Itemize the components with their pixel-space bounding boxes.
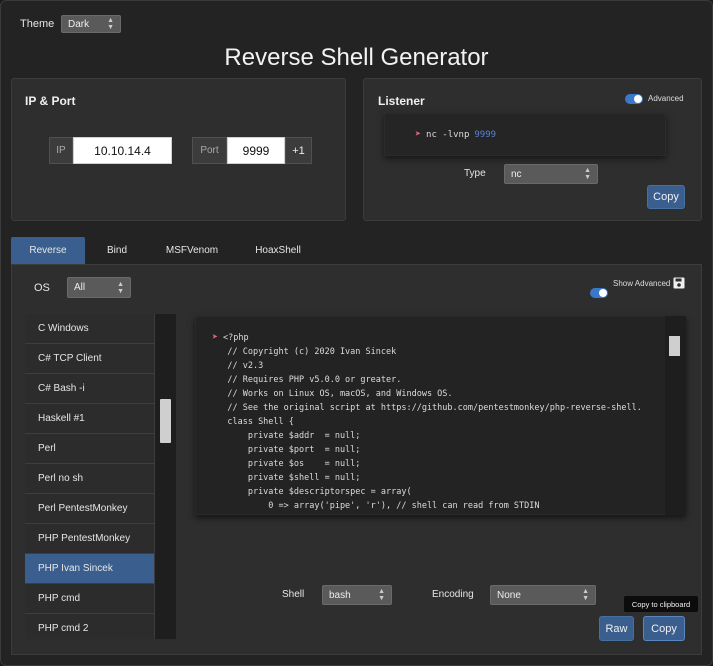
theme-label: Theme: [20, 18, 55, 30]
code-text: ➤ <?php // Copyright (c) 2020 Ivan Sincek…: [212, 331, 642, 513]
shell-select[interactable]: bash ▲ ▼: [322, 585, 392, 605]
code-line: // See the original script at https://gi…: [227, 403, 642, 413]
list-item-selected[interactable]: PHP Ivan Sincek: [25, 554, 154, 584]
advanced-label: Advanced: [648, 94, 684, 103]
list-item[interactable]: Perl PentestMonkey: [25, 494, 154, 524]
show-advanced-label: Show Advanced: [613, 279, 671, 288]
tab-bind[interactable]: Bind: [85, 237, 149, 264]
encoding-select[interactable]: None ▲ ▼: [490, 585, 596, 605]
ip-label: IP: [49, 137, 73, 164]
copy-tooltip: Copy to clipboard: [624, 596, 698, 612]
list-item[interactable]: PHP cmd: [25, 584, 154, 614]
code-output: ➤ <?php // Copyright (c) 2020 Ivan Sincek…: [195, 316, 686, 515]
os-select[interactable]: All ▲ ▼: [67, 277, 131, 298]
theme-select[interactable]: Dark ▲ ▼: [61, 15, 121, 33]
increment-port-button[interactable]: +1: [285, 137, 312, 164]
rocket-icon: ➤: [212, 332, 219, 343]
encoding-select-value: None: [497, 589, 521, 601]
rocket-icon: ➤: [415, 129, 422, 140]
ip-input[interactable]: 10.10.14.4: [73, 137, 172, 164]
listener-port: 9999: [474, 129, 497, 140]
tab-hoaxshell[interactable]: HoaxShell: [235, 237, 321, 264]
tab-reverse[interactable]: Reverse: [11, 237, 85, 264]
tab-msfvenom[interactable]: MSFVenom: [149, 237, 235, 264]
listener-copy-button[interactable]: Copy: [647, 185, 685, 209]
listener-title: Listener: [378, 94, 425, 108]
show-advanced-toggle[interactable]: [590, 288, 608, 298]
tab-bar: Reverse Bind MSFVenom HoaxShell: [11, 237, 702, 264]
port-input[interactable]: 9999: [227, 137, 285, 164]
theme-select-value: Dark: [68, 18, 90, 30]
type-select[interactable]: nc ▲ ▼: [504, 164, 598, 184]
shell-list-scroll-thumb[interactable]: [160, 399, 171, 443]
shell-select-value: bash: [329, 589, 351, 601]
copy-button[interactable]: Copy: [643, 616, 685, 641]
code-scroll-thumb[interactable]: [669, 336, 680, 356]
shell-list-scrollbar[interactable]: [155, 314, 176, 639]
listener-command-box: ➤ nc -lvnp 9999: [384, 113, 666, 156]
advanced-toggle[interactable]: [625, 94, 643, 104]
listener-command: nc -lvnp: [426, 129, 470, 140]
shell-list: C Windows C# TCP Client C# Bash -i Haske…: [25, 314, 155, 639]
code-line: <?php: [223, 333, 249, 343]
code-line: // Copyright (c) 2020 Ivan Sincek: [227, 347, 397, 357]
list-item[interactable]: Perl: [25, 434, 154, 464]
list-item[interactable]: Haskell #1: [25, 404, 154, 434]
list-item[interactable]: PHP PentestMonkey: [25, 524, 154, 554]
chevron-down-icon: ▲ ▼: [582, 588, 589, 602]
encoding-label: Encoding: [432, 589, 474, 600]
code-line: // Requires PHP v5.0.0 or greater.: [227, 375, 402, 385]
list-item[interactable]: C# Bash -i: [25, 374, 154, 404]
os-label: OS: [34, 282, 50, 294]
list-item[interactable]: C Windows: [25, 314, 154, 344]
list-item[interactable]: Perl no sh: [25, 464, 154, 494]
code-line: 0 => array('pipe', 'r'), // shell can re…: [227, 501, 540, 511]
code-line: private $port = null;: [227, 445, 361, 455]
code-line: private $descriptorspec = array(: [227, 487, 412, 497]
chevron-down-icon: ▲ ▼: [378, 588, 385, 602]
code-line: private $addr = null;: [227, 431, 361, 441]
code-line: class Shell {: [227, 417, 294, 427]
chevron-down-icon: ▲ ▼: [117, 280, 124, 295]
list-item[interactable]: C# TCP Client: [25, 344, 154, 374]
type-label: Type: [464, 168, 486, 179]
code-line: // v2.3: [227, 361, 264, 371]
list-item[interactable]: PHP cmd 2: [25, 614, 154, 639]
chevron-down-icon: ▲ ▼: [584, 167, 591, 181]
page-title: Reverse Shell Generator: [224, 44, 489, 71]
raw-button[interactable]: Raw: [599, 616, 634, 641]
code-line: private $shell = null;: [227, 473, 361, 483]
code-line: // Works on Linux OS, macOS, and Windows…: [227, 389, 453, 399]
os-select-value: All: [74, 282, 86, 293]
type-select-value: nc: [511, 168, 522, 180]
code-line: private $os = null;: [227, 459, 361, 469]
port-label: Port: [192, 137, 227, 164]
save-icon[interactable]: [673, 277, 685, 289]
chevron-down-icon: ▲ ▼: [107, 17, 114, 31]
ip-port-title: IP & Port: [25, 94, 76, 108]
shell-label: Shell: [282, 589, 305, 600]
